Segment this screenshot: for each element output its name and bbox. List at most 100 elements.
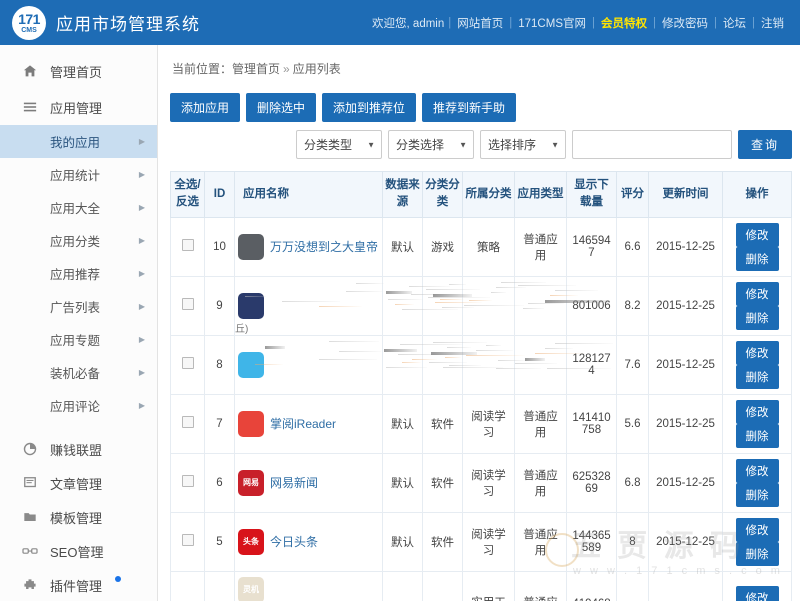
app-name-link[interactable]: 万万没想到之大皇帝 [270,238,378,255]
edit-button[interactable]: 修改 [735,585,779,601]
breadcrumb-root[interactable]: 管理首页 [232,62,280,76]
delete-button[interactable]: 删除 [735,364,779,389]
search-input[interactable] [571,130,732,159]
row-downloads: 801006 [566,275,617,336]
add-app-button[interactable]: 添加应用 [170,93,241,122]
delete-button[interactable]: 删除 [735,541,779,566]
app-name-link[interactable]: 今日头条 [270,533,318,550]
render-artifact-streak [523,307,544,309]
sidebar-item-app-category[interactable]: 应用分类 ▶ [0,224,157,257]
sidebar-item-essential-apps[interactable]: 装机必备 ▶ [0,356,157,389]
row-checkbox-cell [170,334,205,395]
sidebar-item-home[interactable]: 管理首页 [0,53,157,89]
row-checkbox[interactable] [181,416,194,428]
nav-item-change-password[interactable]: 修改密码 [656,15,714,31]
sidebar-item-app-comments[interactable]: 应用评论 ▶ [0,389,157,422]
search-button[interactable]: 查询 [737,130,792,159]
header-select-all[interactable]: 全选/反选 [170,171,205,218]
breadcrumb-current: 应用列表 [292,62,341,76]
delete-button[interactable]: 删除 [735,246,779,271]
delete-button[interactable]: 删除 [735,305,779,330]
row-rating: 6.8 [616,452,649,513]
render-artifact-streak [525,357,545,361]
sidebar-subitem-label: 我的应用 [50,136,101,150]
main-content: 当前位置：管理首页» 应用列表 添加应用 删除选中 添加到推荐位 推荐到新手助 分… [158,45,800,601]
document-icon [22,475,38,491]
edit-button[interactable]: 修改 [735,340,779,365]
add-to-recommend-button[interactable]: 添加到推荐位 [322,93,417,122]
nav-item-forum[interactable]: 论坛 [717,15,752,31]
row-category-class: 软件 [422,570,463,601]
row-app-name-cell: 万万没想到之大皇帝 [234,216,383,277]
row-id: 6 [204,452,235,513]
row-checkbox[interactable] [181,239,194,251]
action-toolbar: 添加应用 删除选中 添加到推荐位 推荐到新手助 [170,93,792,122]
sidebar-item-app-stats[interactable]: 应用统计 ▶ [0,158,157,191]
table-row: 5 头条 今日头条 默认 软件 阅读学习 普通应用 144365589 8 2015-12-25 修… [170,511,792,572]
header-category-class: 分类分类 [422,171,463,218]
row-app-type: 普通应用 [514,570,567,601]
row-data-source: 默认 [382,393,423,454]
row-rating: 5.6 [616,393,649,454]
nav-item-site-home[interactable]: 网站首页 [451,15,509,31]
edit-button[interactable]: 修改 [735,281,779,306]
recommend-to-newbie-button[interactable]: 推荐到新手助 [422,93,517,122]
sidebar-item-plugin-management[interactable]: 插件管理 [0,568,157,601]
row-checkbox-cell [170,275,205,336]
edit-button[interactable]: 修改 [735,458,779,483]
delete-selected-button[interactable]: 删除选中 [246,93,317,122]
sidebar-subitem-label: 广告列表 [50,301,101,315]
category-type-select[interactable]: 分类类型 ▼ [295,130,382,159]
app-name-link[interactable]: 掌阅iReader [270,415,336,432]
sidebar-item-template-management[interactable]: 模板管理 [0,500,157,534]
header-update-time: 更新时间 [648,171,723,218]
row-checkbox[interactable] [181,534,194,546]
sidebar-item-my-apps[interactable]: 我的应用 ▶ [0,125,157,158]
row-checkbox[interactable] [181,357,194,369]
sidebar-item-article-management[interactable]: 文章管理 [0,466,157,500]
row-update-time: 2015-12-25 [648,511,723,572]
apps-table-body: 10 万万没想到之大皇帝 默认 游戏 策略 普通应用 1465947 6.6 2015-12-2… [170,216,792,601]
nav-item-official-site[interactable]: 171CMS官网 [512,15,592,31]
sort-order-select[interactable]: 选择排序 ▼ [479,130,566,159]
row-id: 10 [204,216,235,277]
sidebar-item-ad-list[interactable]: 广告列表 ▶ [0,290,157,323]
app-icon: 网易 [238,469,264,496]
sidebar-main-label: SEO管理 [50,544,104,560]
edit-button[interactable]: 修改 [735,517,779,542]
row-rating: 5 [616,570,649,601]
row-id: 4 [204,570,235,601]
app-icon [238,351,264,378]
sidebar-item-app-topic[interactable]: 应用专题 ▶ [0,323,157,356]
sidebar-item-app-recommend[interactable]: 应用推荐 ▶ [0,257,157,290]
row-checkbox[interactable] [181,475,194,487]
render-artifact-streak [528,302,564,304]
render-artifact-streak [486,344,501,346]
breadcrumb-prefix: 当前位置： [172,62,233,76]
edit-button[interactable]: 修改 [735,399,779,424]
brand-logo[interactable]: 171 CMS 应用市场管理系统 [12,5,200,40]
breadcrumb-separator: » [283,62,290,76]
row-app-name-cell: 网易 网易新闻 [234,452,383,513]
nav-item-member-privilege[interactable]: 会员特权 [595,15,653,31]
sidebar-subitem-label: 应用分类 [50,235,101,249]
chevron-right-icon: ▶ [138,203,145,212]
nav-item-logout[interactable]: 注销 [755,15,790,31]
delete-button[interactable]: 删除 [735,482,779,507]
sidebar-section-app-management[interactable]: 应用管理 [0,89,157,125]
row-rating: 7.6 [616,334,649,395]
row-update-time: 2015-12-25 [648,334,723,395]
puzzle-icon [22,577,38,593]
sidebar-item-all-apps[interactable]: 应用大全 ▶ [0,191,157,224]
app-name-link[interactable]: 网易新闻 [270,474,318,491]
sidebar-item-seo-management[interactable]: SEO管理 ⚯ [0,534,157,568]
row-category-class [422,275,490,336]
sidebar-item-money-alliance[interactable]: 赚钱联盟 [0,432,157,466]
row-checkbox[interactable] [181,298,194,310]
category-choose-select[interactable]: 分类选择 ▼ [387,130,474,159]
edit-button[interactable]: 修改 [735,222,779,247]
row-app-type: 普通应用 [514,216,567,277]
home-icon [22,63,38,79]
render-artifact-streak [402,361,421,363]
delete-button[interactable]: 删除 [735,423,779,448]
